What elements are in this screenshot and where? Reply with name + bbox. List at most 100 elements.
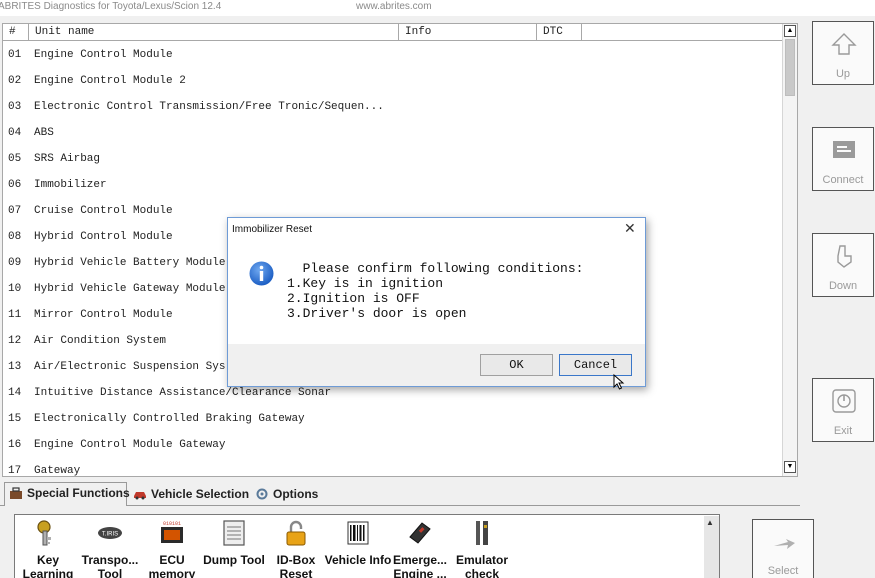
row-number: 14	[8, 387, 22, 399]
info-icon	[249, 261, 274, 286]
select-button-label: Select	[767, 565, 799, 577]
row-number: 08	[8, 231, 22, 243]
row-unit-name: Mirror Control Module	[34, 309, 173, 321]
dialog-footer: OK Cancel	[228, 344, 645, 386]
key-learning-button[interactable]: Key Learning	[15, 519, 81, 578]
column-header-number[interactable]: #	[3, 24, 29, 41]
dump-tool-button[interactable]: Dump Tool	[201, 519, 267, 578]
table-row[interactable]: 01 Engine Control Module	[3, 42, 785, 68]
row-unit-name: SRS Airbag	[34, 153, 101, 165]
ok-button[interactable]: OK	[480, 354, 553, 376]
row-number: 02	[8, 75, 22, 87]
special-functions-panel: Key Learning T.IRIS Transpo... Tool 0101…	[14, 514, 720, 578]
message-line: 1.Key is in ignition	[287, 276, 444, 291]
id-box-reset-button[interactable]: ID-Box Reset	[263, 519, 329, 578]
down-button[interactable]: Down	[812, 233, 874, 297]
row-number: 11	[8, 309, 22, 321]
select-arrow-icon	[774, 539, 795, 549]
table-row[interactable]: 02 Engine Control Module 2	[3, 68, 785, 94]
row-unit-name: Hybrid Vehicle Battery Module	[34, 257, 226, 269]
row-number: 13	[8, 361, 22, 373]
tab-vehicle-selection[interactable]: Vehicle Selection	[129, 484, 249, 506]
row-unit-name: Hybrid Control Module	[34, 231, 173, 243]
row-number: 17	[8, 465, 22, 477]
tab-label: Special Functions	[27, 486, 130, 500]
message-line: 2.Ignition is OFF	[287, 291, 420, 306]
emergency-key-icon	[409, 522, 431, 544]
transponder-tool-button[interactable]: T.IRIS Transpo... Tool	[77, 519, 143, 578]
table-row[interactable]: 15 Electronically Controlled Braking Gate…	[3, 406, 785, 432]
row-number: 01	[8, 49, 22, 61]
dump-icon	[223, 520, 245, 546]
connect-button-label: Connect	[822, 174, 864, 186]
exit-button-label: Exit	[833, 425, 853, 437]
up-button[interactable]: Up	[812, 21, 874, 85]
up-arrow-icon	[831, 33, 857, 55]
table-row[interactable]: 16 Engine Control Module Gateway	[3, 432, 785, 458]
row-unit-name: Gateway	[34, 465, 81, 477]
row-unit-name: Air/Electronic Suspension Sys	[34, 361, 226, 373]
row-number: 12	[8, 335, 22, 347]
row-unit-name: Engine Control Module	[34, 49, 173, 61]
down-hand-icon	[837, 245, 852, 268]
tab-special-functions[interactable]: Special Functions	[4, 482, 130, 506]
connect-button[interactable]: Connect	[812, 127, 874, 191]
row-unit-name: Air Condition System	[34, 335, 167, 347]
column-header-dtc[interactable]: DTC	[537, 24, 582, 41]
row-unit-name: Immobilizer	[34, 179, 107, 191]
toolbox-icon	[10, 487, 22, 499]
emulator-icon	[476, 521, 488, 545]
scroll-thumb[interactable]	[785, 39, 795, 96]
message-line: Please confirm following conditions:	[287, 261, 584, 276]
row-unit-name: Engine Control Module Gateway	[34, 439, 226, 451]
tab-label: Vehicle Selection	[151, 487, 250, 501]
column-header-info[interactable]: Info	[399, 24, 537, 41]
table-row[interactable]: 03 Electronic Control Transmission/Free T…	[3, 94, 785, 120]
emergency-engine-button[interactable]: Emerge... Engine ...	[387, 519, 453, 578]
table-row[interactable]: 06 Immobilizer	[3, 172, 785, 198]
column-header-unit-name[interactable]: Unit name	[29, 24, 399, 41]
transponder-icon: T.IRIS	[98, 527, 122, 539]
row-unit-name: Hybrid Vehicle Gateway Module	[34, 283, 226, 295]
scroll-up-arrow-icon[interactable]: ▲	[706, 518, 714, 527]
padlock-icon	[286, 520, 306, 546]
dialog-message: Please confirm following conditions: 1.K…	[287, 261, 583, 321]
row-number: 03	[8, 101, 22, 113]
row-number: 07	[8, 205, 22, 217]
window-title: ABRITES Diagnostics for Toyota/Lexus/Sci…	[0, 1, 222, 12]
tools-scrollbar[interactable]: ▲	[704, 516, 719, 578]
dialog-title: Immobilizer Reset	[232, 224, 313, 235]
tab-label: Options	[273, 487, 319, 501]
row-unit-name: Engine Control Module 2	[34, 75, 186, 87]
row-unit-name: ABS	[34, 127, 54, 139]
immobilizer-reset-dialog: Immobilizer Reset ✕ Please confirm follo…	[227, 217, 646, 387]
down-button-label: Down	[828, 280, 858, 292]
cancel-button[interactable]: Cancel	[559, 354, 632, 376]
select-button[interactable]: Select	[752, 519, 814, 578]
table-row[interactable]: 17 Gateway	[3, 458, 785, 477]
row-number: 04	[8, 127, 22, 139]
row-unit-name: Electronic Control Transmission/Free Tro…	[34, 101, 384, 113]
scroll-up-arrow-icon[interactable]: ▲	[784, 25, 796, 37]
key-icon	[37, 520, 51, 546]
tab-options[interactable]: Options	[251, 484, 323, 506]
row-number: 15	[8, 413, 22, 425]
scroll-down-arrow-icon[interactable]: ▼	[784, 461, 796, 473]
car-icon	[134, 492, 146, 500]
ecu-memory-button[interactable]: 010101 ECU memory	[139, 519, 205, 578]
ecu-memory-icon: 010101	[161, 521, 183, 543]
barcode-icon	[347, 521, 369, 545]
table-scrollbar[interactable]: ▲ ▼	[782, 24, 797, 476]
row-number: 16	[8, 439, 22, 451]
power-icon	[832, 389, 856, 413]
row-number: 06	[8, 179, 22, 191]
emulator-check-button[interactable]: Emulator check	[449, 519, 515, 578]
up-button-label: Up	[835, 68, 851, 80]
close-icon[interactable]: ✕	[624, 220, 636, 237]
exit-button[interactable]: Exit	[812, 378, 874, 442]
table-row[interactable]: 05 SRS Airbag	[3, 146, 785, 172]
vehicle-info-button[interactable]: Vehicle Info	[325, 519, 391, 578]
row-unit-name: Electronically Controlled Braking Gatewa…	[34, 413, 305, 425]
table-header: # Unit name Info DTC	[3, 24, 785, 41]
table-row[interactable]: 04 ABS	[3, 120, 785, 146]
